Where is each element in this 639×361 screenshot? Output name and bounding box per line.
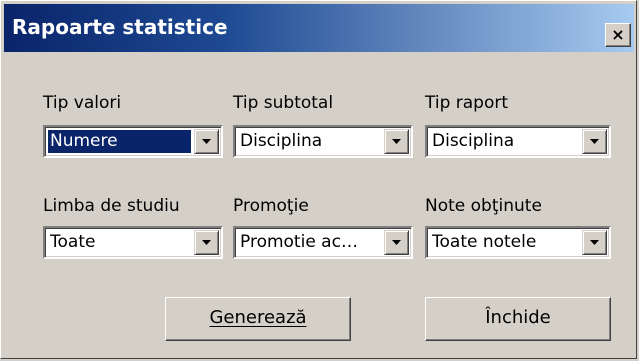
tip-raport-value: Disciplina: [432, 131, 515, 151]
close-button-label: Închide: [485, 307, 551, 328]
close-icon[interactable]: ×: [605, 23, 631, 47]
title-bar[interactable]: Rapoarte statistice ×: [4, 4, 634, 52]
chevron-down-icon[interactable]: [384, 230, 409, 255]
close-button[interactable]: Închide: [425, 297, 611, 341]
label-limba-de-studiu: Limba de studiu: [43, 196, 180, 216]
generate-button[interactable]: Generează: [165, 297, 351, 341]
limba-de-studiu-select[interactable]: Toate: [43, 226, 223, 259]
note-obtinute-value: Toate notele: [432, 232, 537, 252]
promotie-value: Promotie ac…: [240, 232, 358, 252]
note-obtinute-select[interactable]: Toate notele: [425, 226, 611, 259]
limba-de-studiu-value: Toate: [50, 232, 96, 252]
chevron-down-icon[interactable]: [582, 129, 607, 154]
chevron-down-icon[interactable]: [194, 129, 219, 154]
generate-button-label: Generează: [209, 307, 307, 328]
window-title: Rapoarte statistice: [12, 15, 228, 39]
label-tip-raport: Tip raport: [425, 93, 509, 113]
label-tip-valori: Tip valori: [43, 93, 122, 113]
chevron-down-icon[interactable]: [384, 129, 409, 154]
tip-raport-select[interactable]: Disciplina: [425, 125, 611, 158]
promotie-select[interactable]: Promotie ac…: [233, 226, 413, 259]
label-tip-subtotal: Tip subtotal: [233, 93, 334, 113]
tip-valori-select[interactable]: Numere: [43, 125, 223, 158]
tip-subtotal-value: Disciplina: [240, 131, 323, 151]
chevron-down-icon[interactable]: [582, 230, 607, 255]
tip-valori-value: Numere: [48, 130, 191, 153]
tip-subtotal-select[interactable]: Disciplina: [233, 125, 413, 158]
label-promotie: Promoţie: [233, 196, 309, 216]
chevron-down-icon[interactable]: [194, 230, 219, 255]
label-note-obtinute: Note obţinute: [425, 196, 542, 216]
dialog-window: Rapoarte statistice × Tip valori Numere …: [0, 0, 637, 359]
